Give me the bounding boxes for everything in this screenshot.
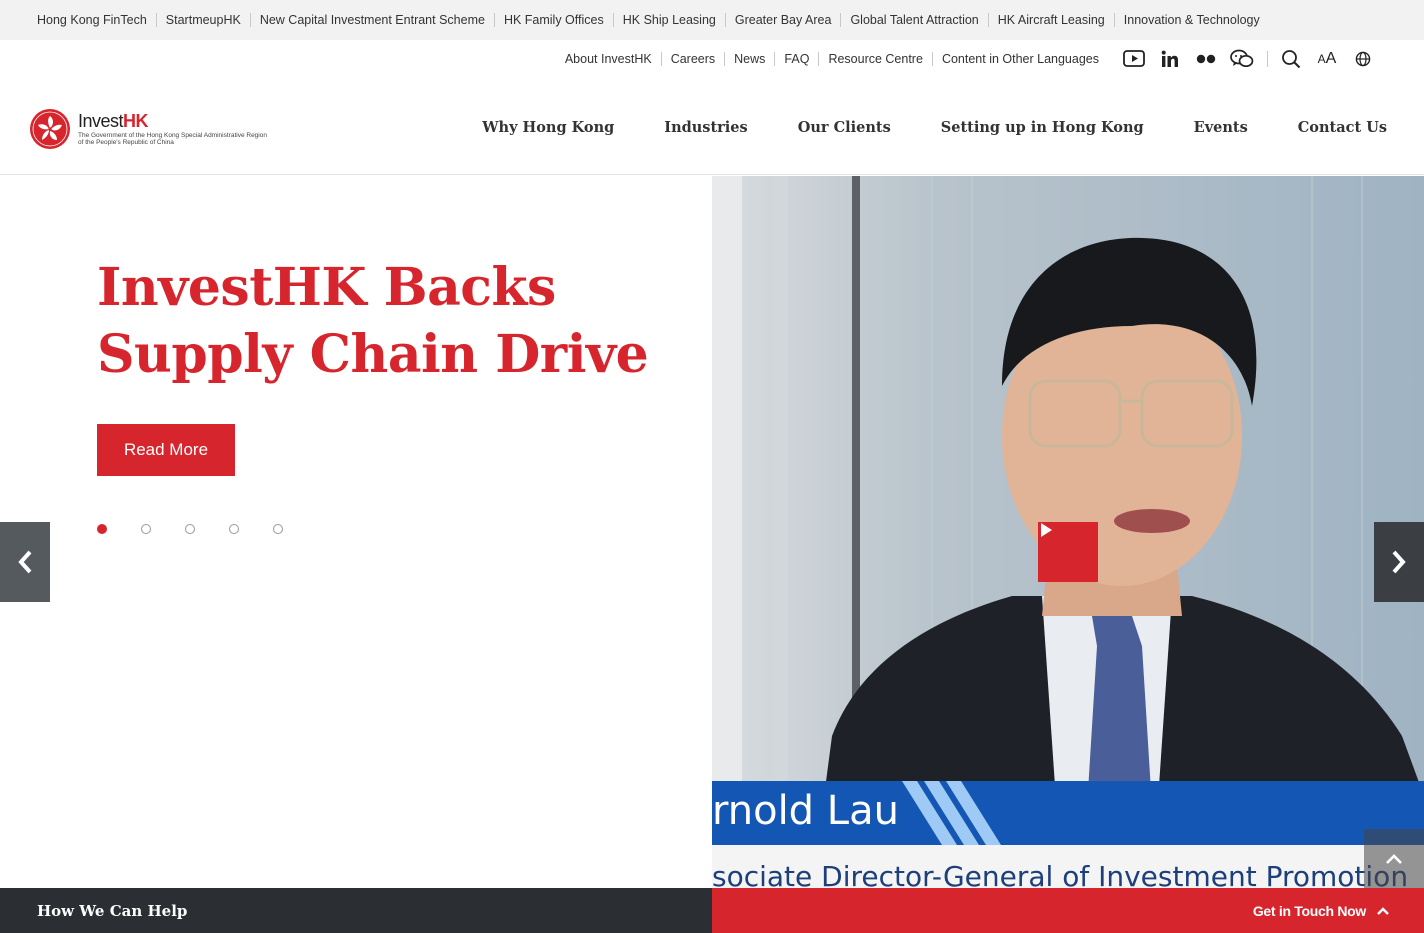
divider xyxy=(840,13,842,27)
secondary-nav: About InvestHK Careers News FAQ Resource… xyxy=(565,40,1424,78)
topbar-link-family-offices[interactable]: HK Family Offices xyxy=(504,13,604,27)
chevron-right-icon xyxy=(1392,550,1406,574)
slider-dot-1[interactable] xyxy=(97,524,107,534)
nav-why-hong-kong[interactable]: Why Hong Kong xyxy=(482,119,614,136)
slider-next-button[interactable] xyxy=(1374,522,1424,602)
nav-setting-up[interactable]: Setting up in Hong Kong xyxy=(941,119,1144,136)
divider xyxy=(987,13,989,27)
how-we-can-help-bar[interactable]: How We Can Help xyxy=(0,888,712,933)
divider xyxy=(1113,13,1115,27)
slider-dot-3[interactable] xyxy=(185,524,195,534)
slider-dot-5[interactable] xyxy=(273,524,283,534)
nav-events[interactable]: Events xyxy=(1194,119,1248,136)
logo-wordmark: InvestHK The Government of the Hong Kong… xyxy=(78,112,278,147)
read-more-button[interactable]: Read More xyxy=(97,424,235,476)
divider xyxy=(1267,51,1268,67)
slider-dot-2[interactable] xyxy=(141,524,151,534)
hero-text-panel: InvestHK Backs Supply Chain Drive Read M… xyxy=(0,176,712,888)
logo-government-text: The Government of the Hong Kong Special … xyxy=(78,132,278,147)
topbar-link-ship-leasing[interactable]: HK Ship Leasing xyxy=(623,13,716,27)
video-caption-role: sociate Director-General of Investment P… xyxy=(712,860,1409,888)
nav-industries[interactable]: Industries xyxy=(664,119,747,136)
flickr-icon[interactable] xyxy=(1193,47,1219,71)
hero-video-panel[interactable]: rnold Lau sociate Director-General of In… xyxy=(712,176,1424,888)
topbar-link-gba[interactable]: Greater Bay Area xyxy=(735,13,832,27)
logo-brand: InvestHK xyxy=(78,112,278,130)
topbar-link-aircraft-leasing[interactable]: HK Aircraft Leasing xyxy=(998,13,1105,27)
get-in-touch-label: Get in Touch Now xyxy=(1252,902,1366,919)
search-icon[interactable] xyxy=(1278,47,1304,71)
main-nav: Why Hong Kong Industries Our Clients Set… xyxy=(432,119,1387,136)
divider xyxy=(931,52,933,66)
topbar-link-innovation[interactable]: Innovation & Technology xyxy=(1124,13,1260,27)
logo-brand-suffix: HK xyxy=(123,110,149,131)
how-we-can-help-label: How We Can Help xyxy=(37,901,188,920)
secondary-link-news[interactable]: News xyxy=(734,52,765,66)
secondary-link-about[interactable]: About InvestHK xyxy=(565,52,652,66)
chevron-up-icon xyxy=(1386,853,1402,864)
slider-pagination xyxy=(97,524,317,534)
slider-prev-button[interactable] xyxy=(0,522,50,602)
topbar-link-fintech[interactable]: Hong Kong FinTech xyxy=(37,13,147,27)
slider-dot-4[interactable] xyxy=(229,524,239,534)
investhk-logo[interactable]: InvestHK The Government of the Hong Kong… xyxy=(29,108,278,150)
divider xyxy=(660,52,662,66)
hero-slider: InvestHK Backs Supply Chain Drive Read M… xyxy=(0,176,1424,888)
play-icon xyxy=(1041,523,1052,537)
youtube-icon[interactable] xyxy=(1121,47,1147,71)
divider xyxy=(724,52,726,66)
nav-contact-us[interactable]: Contact Us xyxy=(1298,119,1387,136)
social-icons: AA xyxy=(1111,47,1376,71)
font-size-large-label: A xyxy=(1325,50,1337,67)
wechat-icon[interactable] xyxy=(1229,47,1255,71)
get-in-touch-bar[interactable]: Get in Touch Now xyxy=(712,888,1424,933)
video-play-button[interactable] xyxy=(1038,522,1098,582)
logo-gov-line-2: of the People's Republic of China xyxy=(78,139,174,146)
topbar-link-ncies[interactable]: New Capital Investment Entrant Scheme xyxy=(260,13,485,27)
divider xyxy=(818,52,820,66)
chevron-left-icon xyxy=(18,550,32,574)
secondary-link-careers[interactable]: Careers xyxy=(671,52,715,66)
chevron-up-icon xyxy=(1377,906,1389,915)
secondary-link-other-languages[interactable]: Content in Other Languages xyxy=(942,52,1099,66)
secondary-link-resource-centre[interactable]: Resource Centre xyxy=(828,52,923,66)
font-size-icon[interactable]: AA xyxy=(1314,47,1340,71)
divider xyxy=(724,13,726,27)
video-caption-name: rnold Lau xyxy=(712,788,899,834)
back-to-top-button[interactable] xyxy=(1364,829,1424,888)
topbar-link-talent[interactable]: Global Talent Attraction xyxy=(850,13,978,27)
divider xyxy=(774,52,776,66)
divider xyxy=(493,13,495,27)
bauhinia-emblem-icon xyxy=(30,109,70,149)
font-size-small-label: A xyxy=(1317,52,1326,66)
divider xyxy=(612,13,614,27)
globe-icon[interactable] xyxy=(1350,47,1376,71)
logo-gov-line-1: The Government of the Hong Kong Special … xyxy=(78,131,267,139)
site-header: InvestHK The Government of the Hong Kong… xyxy=(0,78,1424,175)
secondary-link-faq[interactable]: FAQ xyxy=(784,52,809,66)
topbar-link-startmeup[interactable]: StartmeupHK xyxy=(166,13,241,27)
divider xyxy=(155,13,157,27)
nav-our-clients[interactable]: Our Clients xyxy=(798,119,891,136)
hero-title: InvestHK Backs Supply Chain Drive xyxy=(97,257,649,385)
divider xyxy=(249,13,251,27)
linkedin-icon[interactable] xyxy=(1157,47,1183,71)
top-utility-bar: Hong Kong FinTech StartmeupHK New Capita… xyxy=(0,0,1424,40)
logo-brand-prefix: Invest xyxy=(78,110,124,131)
